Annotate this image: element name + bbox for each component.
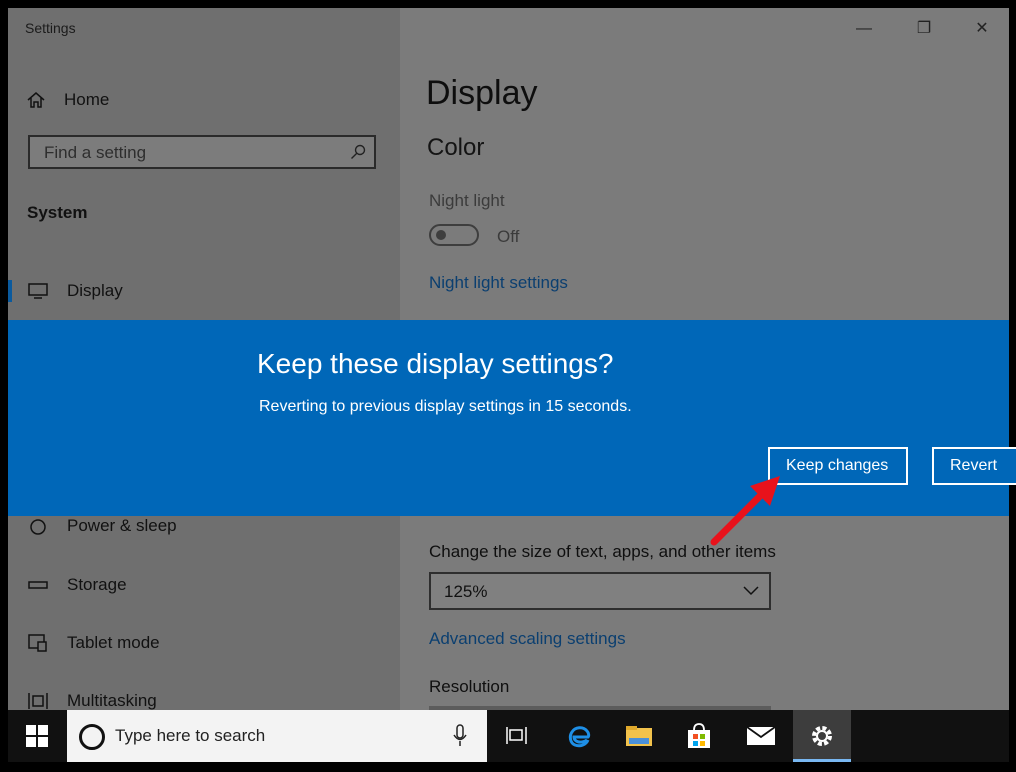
dialog-message: Reverting to previous display settings i… — [259, 398, 632, 415]
microphone-icon[interactable] — [453, 724, 467, 748]
taskbar-search-box[interactable]: Type here to search — [67, 710, 487, 762]
keep-settings-dialog: Keep these display settings? Reverting t… — [8, 320, 1016, 516]
night-light-state: Off — [497, 227, 520, 246]
sidebar-item-label: Power & sleep — [67, 516, 177, 535]
settings-gear-icon[interactable] — [793, 710, 851, 762]
task-view-icon[interactable] — [488, 710, 546, 762]
search-input[interactable] — [42, 141, 346, 165]
toggle-knob — [436, 230, 446, 240]
mail-icon[interactable] — [732, 710, 790, 762]
find-setting-search[interactable] — [28, 135, 376, 169]
tablet-icon — [27, 632, 49, 654]
revert-button[interactable]: Revert — [932, 447, 1016, 485]
home-icon — [27, 92, 45, 108]
sidebar-item-label: Tablet mode — [67, 633, 160, 652]
edge-icon[interactable] — [550, 710, 608, 762]
sidebar-item-tablet-mode[interactable]: Tablet mode — [8, 626, 400, 660]
sidebar-item-home[interactable]: Home — [26, 86, 109, 114]
taskbar-search-placeholder: Type here to search — [115, 726, 266, 745]
sidebar-item-label: Storage — [67, 575, 127, 594]
night-light-settings-link[interactable]: Night light settings — [429, 273, 568, 293]
close-button[interactable]: ✕ — [962, 16, 1002, 42]
windows-start-icon[interactable] — [8, 710, 66, 762]
annotation-arrow-icon — [710, 476, 780, 546]
chevron-down-icon — [743, 586, 759, 596]
resolution-label: Resolution — [429, 677, 510, 696]
maximize-button[interactable]: ❐ — [904, 16, 944, 42]
multitasking-icon — [27, 690, 49, 710]
window-title: Settings — [25, 20, 76, 36]
dialog-title: Keep these display settings? — [257, 348, 614, 379]
advanced-scaling-link[interactable]: Advanced scaling settings — [429, 629, 626, 649]
scale-dropdown[interactable]: 125% — [429, 572, 771, 610]
storage-icon — [27, 574, 49, 596]
night-light-label: Night light — [429, 191, 505, 210]
monitor-icon — [27, 280, 49, 302]
store-icon[interactable] — [670, 710, 728, 762]
taskbar: Type here to search — [8, 710, 1009, 762]
section-label-system: System — [27, 203, 88, 222]
sidebar-item-display[interactable]: Display — [8, 274, 400, 308]
night-light-toggle[interactable] — [429, 224, 479, 246]
sidebar-item-label: Multitasking — [67, 691, 157, 710]
cortana-icon[interactable] — [79, 724, 105, 750]
sidebar-item-storage[interactable]: Storage — [8, 568, 400, 602]
color-heading: Color — [427, 134, 485, 161]
power-icon — [27, 515, 49, 537]
sidebar-item-label: Display — [67, 281, 123, 300]
file-explorer-icon[interactable] — [610, 710, 668, 762]
scale-value: 125% — [444, 582, 488, 601]
sidebar-item-home-label: Home — [64, 90, 110, 109]
sidebar-item-multitasking[interactable]: Multitasking — [8, 684, 400, 710]
minimize-button[interactable]: — — [844, 16, 884, 42]
search-icon[interactable] — [350, 144, 366, 160]
page-title: Display — [426, 74, 538, 112]
